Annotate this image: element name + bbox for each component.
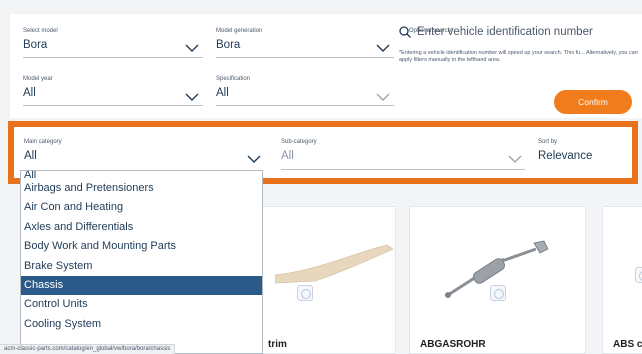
model-year-label: Model year xyxy=(23,76,53,82)
chevron-down-icon[interactable] xyxy=(185,93,199,101)
search-icon xyxy=(399,26,411,38)
dropdown-option[interactable]: Cooling System xyxy=(21,315,262,334)
generation-select[interactable]: Model generation Bora xyxy=(216,27,262,52)
vin-search xyxy=(399,26,642,38)
sub-category-select[interactable]: Sub-category All xyxy=(281,138,317,163)
confirm-button[interactable]: Confirm xyxy=(554,90,632,114)
dropdown-option[interactable]: Airbags and Pretensioners xyxy=(21,179,262,198)
generation-select-value: Bora xyxy=(216,39,241,51)
dropdown-option[interactable]: Brake System xyxy=(21,257,262,276)
dropdown-option[interactable]: All xyxy=(21,171,262,179)
model-select[interactable]: Select model Bora xyxy=(23,27,58,52)
main-category-select[interactable]: Main category All xyxy=(24,138,62,163)
sub-category-underline xyxy=(281,169,525,170)
sort-value: Relevance xyxy=(538,150,593,162)
sort-select[interactable]: Sort by Relevance xyxy=(538,138,592,163)
status-bar-url: acm-classic-parts.com/catalog/en_global/… xyxy=(0,344,176,354)
model-select-value: Bora xyxy=(23,39,48,51)
generation-select-underline xyxy=(216,57,394,58)
model-year-select[interactable]: Model year All xyxy=(23,75,53,100)
sort-label: Sort by xyxy=(538,139,558,145)
chevron-down-icon[interactable] xyxy=(247,155,261,163)
generation-select-label: Model generation xyxy=(216,28,263,34)
sub-category-label: Sub-category xyxy=(281,139,317,145)
brand-logo-icon xyxy=(635,267,642,283)
specification-select[interactable]: Specification All xyxy=(216,75,250,100)
model-year-value: All xyxy=(23,87,36,99)
model-select-label: Select model xyxy=(23,28,58,34)
dropdown-option-selected[interactable]: Chassis xyxy=(21,275,262,296)
trim-part-image xyxy=(275,244,394,284)
vin-input[interactable] xyxy=(417,26,642,38)
specification-value: All xyxy=(216,87,229,99)
chevron-down-icon[interactable] xyxy=(185,44,199,52)
specification-underline xyxy=(216,105,394,106)
vin-help-text: *Entering a vehicle identification numbe… xyxy=(399,50,638,63)
chevron-down-icon[interactable] xyxy=(376,44,390,52)
chevron-down-icon[interactable] xyxy=(376,93,390,101)
chevron-down-icon[interactable] xyxy=(508,155,522,163)
dropdown-option[interactable]: Body Work and Mounting Parts xyxy=(21,237,262,256)
brand-logo-icon xyxy=(490,285,506,301)
sub-category-value: All xyxy=(281,150,294,162)
main-category-value: All xyxy=(24,150,37,162)
main-category-dropdown[interactable]: All Airbags and Pretensioners Air Con an… xyxy=(20,170,263,354)
model-select-underline xyxy=(23,57,203,58)
product-card[interactable]: ABS c xyxy=(602,206,642,354)
product-name: ABS c xyxy=(613,339,642,350)
dropdown-option[interactable]: Control Units xyxy=(21,295,262,314)
brand-logo-icon xyxy=(297,285,313,301)
model-year-underline xyxy=(23,105,203,106)
main-category-label: Main category xyxy=(24,139,62,145)
dropdown-option[interactable]: Air Con and Heating xyxy=(21,198,262,217)
dropdown-option[interactable]: Axles and Differentials xyxy=(21,218,262,237)
product-card[interactable]: ABGASROHR xyxy=(409,206,586,354)
specification-label: Specification xyxy=(216,76,251,82)
product-name: trim xyxy=(268,339,287,350)
product-name: ABGASROHR xyxy=(420,339,486,350)
